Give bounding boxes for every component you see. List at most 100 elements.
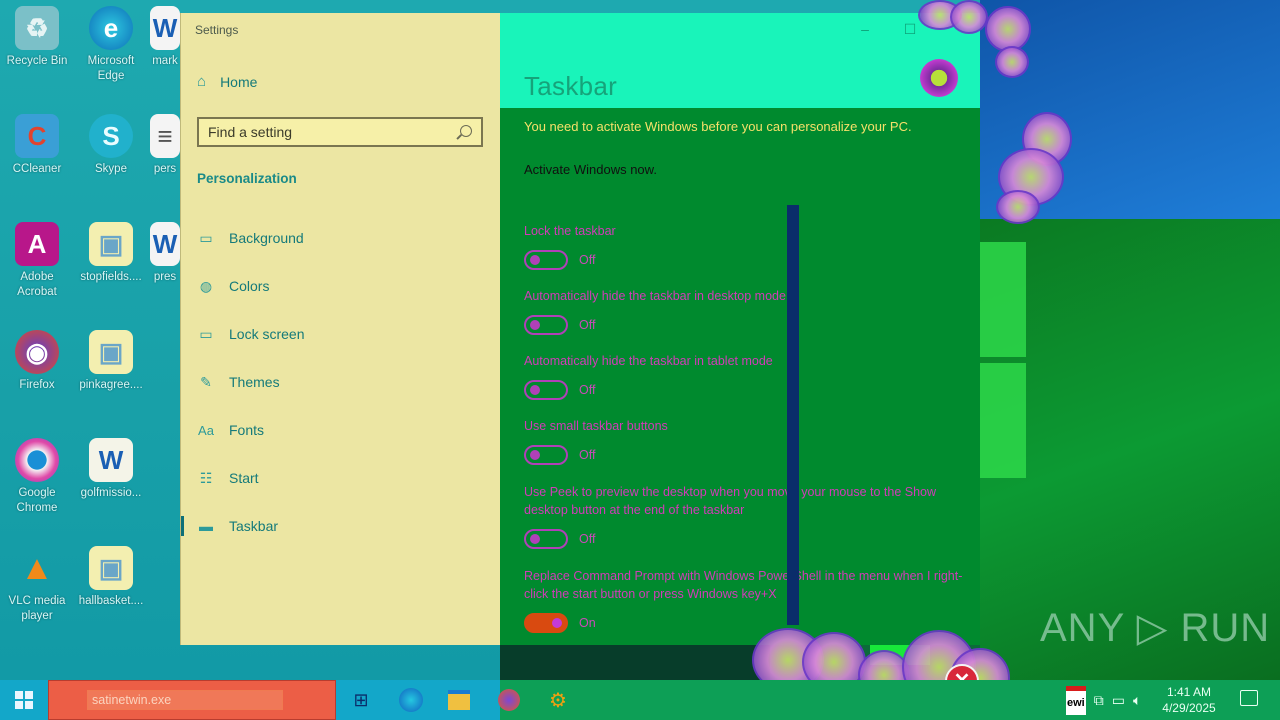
- desktop-icon-label: VLC media player: [8, 595, 66, 622]
- desktop-icon-stopfields[interactable]: ▣ stopfields....: [76, 222, 146, 285]
- settings-nav-pane: Settings ⌂ Home Personalization ▭ Backgr…: [180, 13, 501, 645]
- file-explorer-icon[interactable]: [444, 685, 474, 715]
- minimize-button[interactable]: –: [850, 21, 880, 41]
- volume-icon[interactable]: 🔈︎: [1133, 692, 1141, 709]
- windows-logo-icon: [15, 691, 33, 709]
- toggle-peek[interactable]: [524, 529, 568, 549]
- firefox-taskbar-icon[interactable]: [494, 685, 524, 715]
- system-tray: ewi ⧉ ▭ 🔈︎: [1066, 680, 1141, 720]
- artifact-blob: [950, 0, 988, 34]
- desktop-icon-recycle-bin[interactable]: ♻ Recycle Bin: [2, 6, 72, 69]
- desktop-icon-label: Recycle Bin: [6, 55, 68, 67]
- edge-taskbar-icon[interactable]: [396, 685, 426, 715]
- toggle-state: Off: [579, 448, 596, 462]
- toggle-powershell[interactable]: [524, 613, 568, 633]
- desktop-icon-edge[interactable]: e Microsoft Edge: [76, 6, 146, 84]
- artifact-blob: [996, 190, 1040, 224]
- window-title: Settings: [195, 23, 239, 37]
- nav-item-background[interactable]: ▭ Background: [181, 218, 501, 258]
- wallpaper-window-pane: [980, 242, 1026, 357]
- clock-time: 1:41 AM: [1166, 685, 1212, 699]
- start-button[interactable]: [0, 680, 48, 720]
- desktop-icon-label: Firefox: [19, 379, 55, 391]
- setting-label: Automatically hide the taskbar in tablet…: [524, 354, 773, 368]
- acrobat-icon: A: [15, 222, 59, 266]
- vlc-icon: ▲: [20, 548, 54, 587]
- image-icon: ▭: [199, 229, 213, 246]
- nav-item-taskbar[interactable]: ▬ Taskbar: [181, 506, 501, 546]
- toggle-state: Off: [579, 253, 596, 267]
- recycle-bin-icon: ♻: [15, 6, 59, 50]
- desktop-icon-pres[interactable]: W pres: [150, 222, 180, 285]
- toggle-lock-taskbar[interactable]: [524, 250, 568, 270]
- desktop-icon-label: hallbasket....: [78, 595, 144, 607]
- taskbar-search-box[interactable]: [48, 680, 336, 720]
- clock-date: 4/29/2025: [1162, 701, 1216, 715]
- home-icon: ⌂: [197, 73, 207, 90]
- meet-now-icon[interactable]: ⧉: [1094, 692, 1104, 709]
- toggle-state: On: [579, 616, 596, 630]
- toggle-knob: [530, 385, 540, 395]
- maximize-button[interactable]: ☐: [895, 21, 925, 41]
- page-title: Taskbar: [524, 71, 618, 101]
- chrome-icon: ◎: [15, 438, 59, 482]
- nav-item-label: Background: [229, 230, 304, 246]
- taskbar-icon: ▬: [199, 518, 213, 534]
- desktop-icon-vlc[interactable]: ▲ VLC media player: [2, 546, 72, 624]
- toggle-state: Off: [579, 318, 596, 332]
- desktop-icon-firefox[interactable]: ◉ Firefox: [2, 330, 72, 393]
- document-icon: ≡: [150, 114, 180, 158]
- settings-search-input[interactable]: [199, 123, 450, 141]
- desktop-icon-pinkagree[interactable]: ▣ pinkagree....: [76, 330, 146, 393]
- desktop-icon-chrome[interactable]: ◎ Google Chrome: [2, 438, 72, 516]
- taskbar: ⊞ ⚙ ewi ⧉ ▭ 🔈︎ 1:41 AM 4/29/2025: [0, 680, 1280, 720]
- nav-item-colors[interactable]: ◍ Colors: [181, 266, 501, 306]
- artifact-blob: [985, 6, 1031, 52]
- home-label: Home: [220, 73, 258, 90]
- desktop-icon-skype[interactable]: S Skype: [76, 114, 146, 177]
- word-doc-icon: W: [89, 438, 133, 482]
- nav-item-lock-screen[interactable]: ▭ Lock screen: [181, 314, 501, 354]
- palette-icon: ◍: [199, 277, 213, 294]
- fonts-icon: Aa: [198, 422, 214, 438]
- task-view-icon[interactable]: ⊞: [346, 685, 376, 715]
- taskbar-search-input[interactable]: [87, 690, 283, 710]
- desktop-icon-mark[interactable]: W mark: [150, 6, 180, 69]
- setting-label: Use small taskbar buttons: [524, 419, 668, 433]
- image-file-icon: ▣: [89, 330, 133, 374]
- desktop-icon-hallbasket[interactable]: ▣ hallbasket....: [76, 546, 146, 609]
- scrollbar[interactable]: [787, 205, 799, 625]
- desktop-icon-label: CCleaner: [12, 163, 62, 175]
- toggle-state: Off: [579, 532, 596, 546]
- network-icon[interactable]: ▭: [1112, 692, 1125, 709]
- desktop-icon-acrobat[interactable]: A Adobe Acrobat: [2, 222, 72, 300]
- gear-icon[interactable]: ⚙: [543, 685, 573, 715]
- desktop-icon-pers[interactable]: ≡ pers: [150, 114, 180, 177]
- home-link[interactable]: ⌂ Home: [197, 73, 257, 90]
- edge-icon: e: [89, 6, 133, 50]
- start-icon: ☷: [199, 469, 213, 486]
- desktop-icon-golfmissio[interactable]: W golfmissio...: [76, 438, 146, 501]
- themes-icon: ✎: [200, 373, 212, 390]
- search-icon[interactable]: [460, 125, 472, 137]
- clock[interactable]: 1:41 AM 4/29/2025: [1154, 684, 1224, 716]
- watermark: ANY ▷ RUN: [1040, 606, 1271, 650]
- toggle-autohide-desktop[interactable]: [524, 315, 568, 335]
- toggle-small-buttons[interactable]: [524, 445, 568, 465]
- notification-icon[interactable]: [1240, 690, 1258, 706]
- desktop-icon-label: pinkagree....: [79, 379, 143, 391]
- desktop-icon-ccleaner[interactable]: C CCleaner: [2, 114, 72, 177]
- nav-item-start[interactable]: ☷ Start: [181, 458, 501, 498]
- toggle-autohide-tablet[interactable]: [524, 380, 568, 400]
- desktop-icon-label: mark: [152, 55, 178, 67]
- nav-item-fonts[interactable]: Aa Fonts: [181, 410, 501, 450]
- desktop-icon-label: Skype: [95, 163, 127, 175]
- nav-item-themes[interactable]: ✎ Themes: [181, 362, 501, 402]
- desktop-icon-label: Google Chrome: [16, 487, 58, 514]
- nav-item-label: Start: [229, 470, 259, 486]
- desktop-icon-label: pres: [153, 271, 177, 283]
- toggle-knob: [530, 320, 540, 330]
- activate-windows-link[interactable]: Activate Windows now.: [524, 162, 657, 177]
- tray-app-icon[interactable]: ewi: [1066, 685, 1086, 715]
- nav-item-label: Fonts: [229, 422, 265, 438]
